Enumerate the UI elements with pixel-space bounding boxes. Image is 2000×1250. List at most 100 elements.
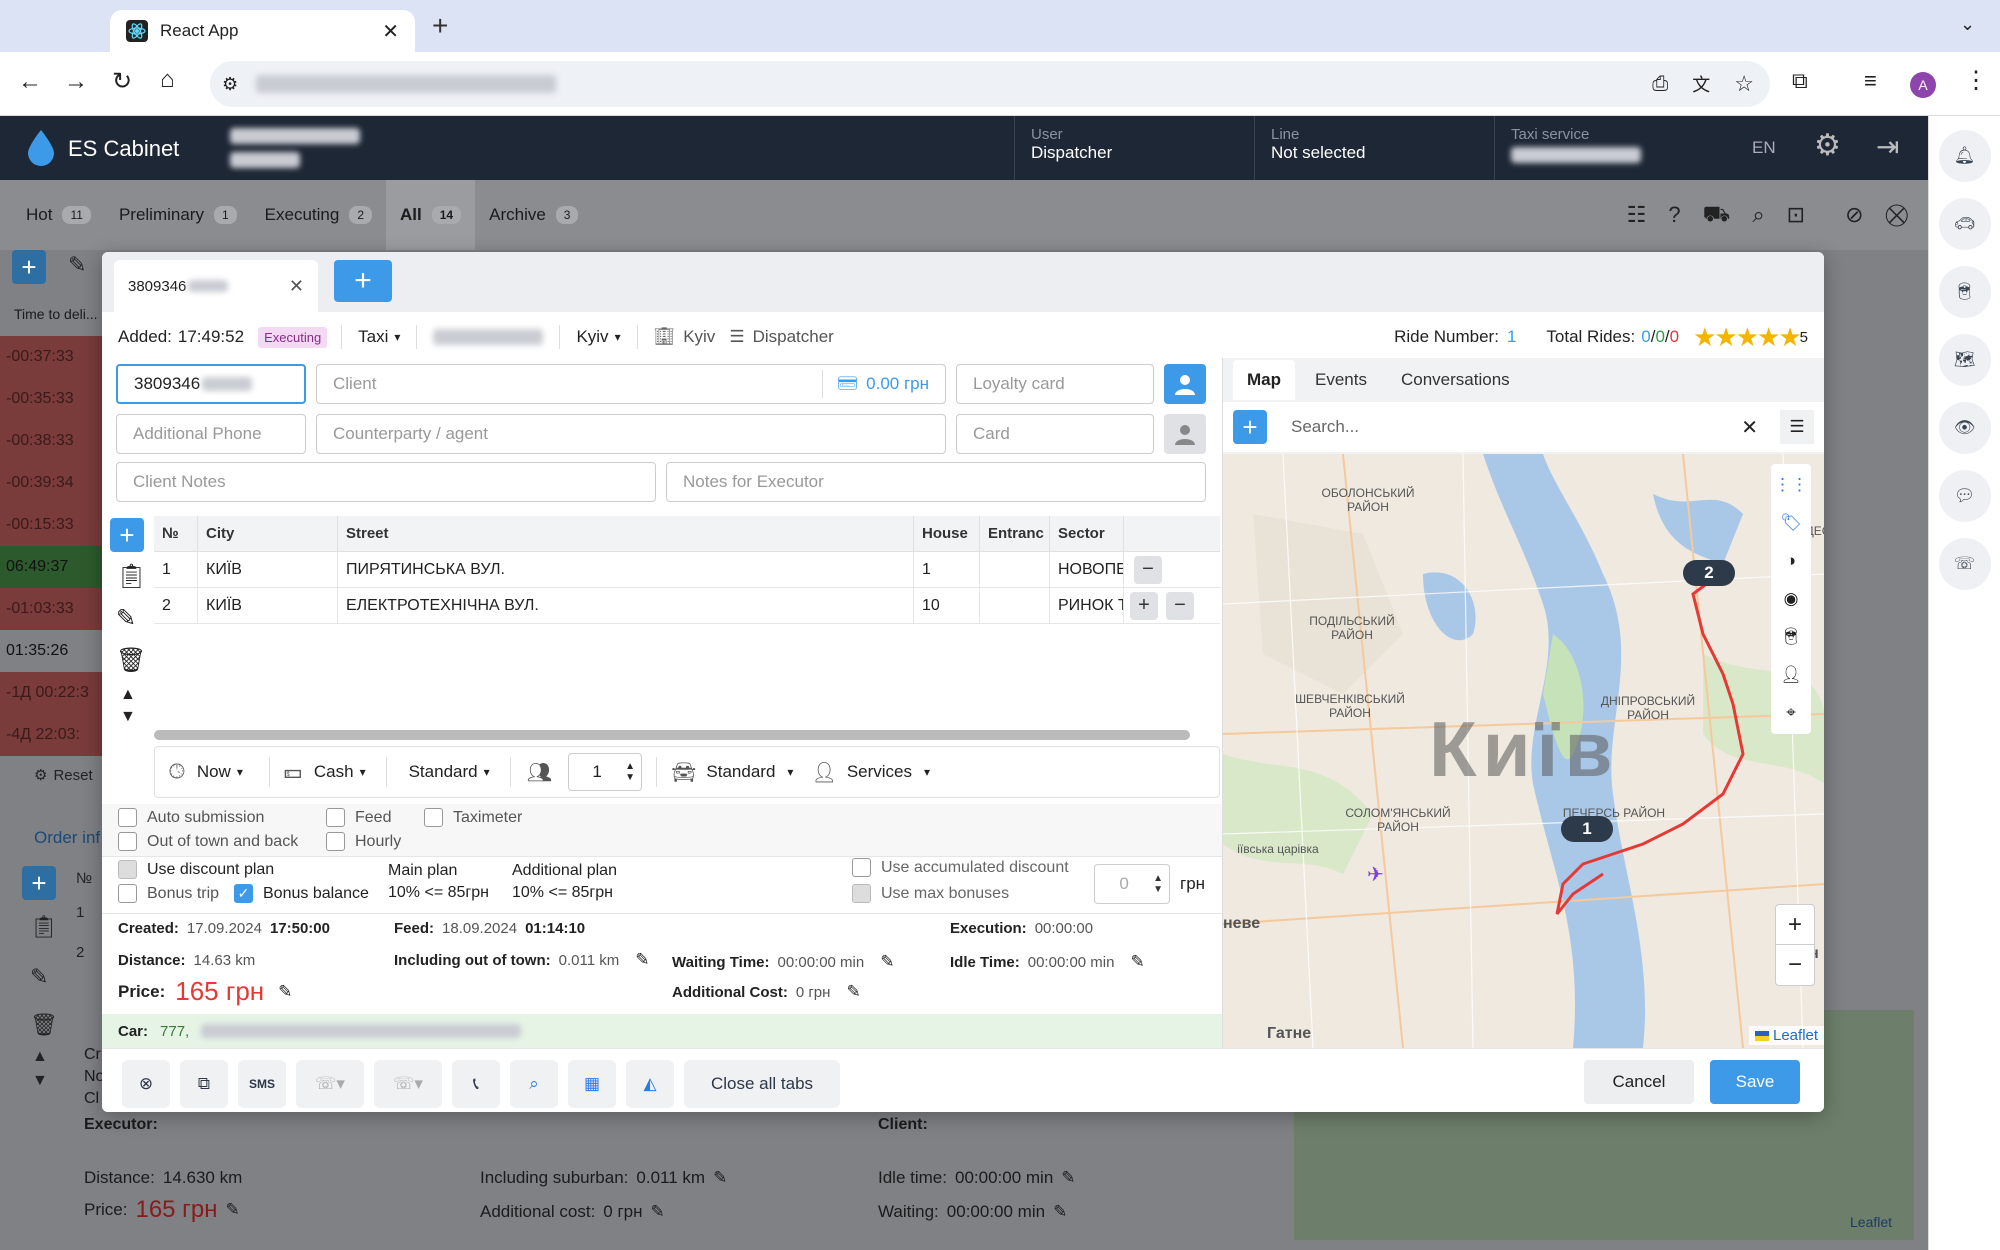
edit-icon[interactable]: ✎ — [880, 952, 894, 972]
executor-notes-input[interactable]: Notes for Executor — [666, 462, 1206, 502]
bg-down-icon[interactable]: ▼ — [32, 1072, 48, 1090]
route-cell-entrance[interactable] — [980, 587, 1050, 624]
zoom-out-icon[interactable]: − — [1776, 945, 1814, 985]
leaflet-attribution[interactable]: Leaflet — [1749, 1026, 1824, 1045]
auto-submission-checkbox[interactable]: Auto submission — [118, 808, 264, 827]
map-search-input[interactable]: Search... — [1291, 417, 1359, 437]
call-driver-icon[interactable]: ☏▾ — [374, 1060, 442, 1108]
locate-icon[interactable]: ⌖ — [1772, 694, 1810, 732]
route-icon[interactable]: ⋮⋮ — [1772, 466, 1810, 504]
bg-edit-icon-4[interactable]: ✎ — [651, 1202, 665, 1222]
client-profile-button[interactable] — [1164, 364, 1206, 404]
map-canvas[interactable]: Київ ОБОЛОНСЬКИЙ РАЙОН ПОДІЛЬСЬКИЙ РАЙОН Ш… — [1223, 454, 1824, 1048]
eye-icon[interactable]: 👁︎ — [1938, 402, 1991, 454]
route-row[interactable]: 1КИЇВПИРЯТИНСЬКА ВУЛ.1НОВОПЕЧ− — [154, 551, 1220, 588]
route-cell-entrance[interactable] — [980, 551, 1050, 588]
use-max-bonuses-checkbox[interactable]: Use max bonuses — [852, 884, 1009, 903]
cancel-order-icon[interactable]: ⊗ — [122, 1060, 170, 1108]
route-marker-1[interactable]: 1 — [1561, 816, 1613, 842]
loyalty-card-input[interactable]: Loyalty card — [956, 364, 1154, 404]
logout-icon[interactable]: ⇥ — [1876, 130, 1899, 163]
taxi-service-field[interactable]: Taxi service — [1494, 116, 1734, 180]
filter-icon[interactable]: ☰ — [1780, 410, 1814, 444]
edit-icon[interactable]: ✎ — [635, 950, 649, 970]
pin-icon[interactable]: ◉ — [1772, 580, 1810, 618]
add-marker-button[interactable]: + — [1233, 410, 1267, 444]
home-icon[interactable]: ⌂ — [160, 66, 175, 94]
route-cell-house[interactable]: 10 — [914, 587, 980, 624]
client-input[interactable]: Client 💳︎ 0.00 грн — [316, 364, 946, 404]
phone-call-icon[interactable]: 📞︎ — [452, 1060, 500, 1108]
translate-icon[interactable]: 文 — [1692, 71, 1710, 97]
driver-icon[interactable]: 👮︎ — [1938, 266, 1991, 318]
trash-icon[interactable]: 🗑︎ — [116, 646, 146, 675]
order-tab-preliminary[interactable]: Preliminary 1 — [105, 180, 251, 250]
media-icon[interactable]: ≡ — [1864, 68, 1877, 94]
edit-icon[interactable]: ✎ — [278, 982, 292, 1002]
extensions-icon[interactable]: ⧉ — [1792, 68, 1808, 94]
route-cell-city[interactable]: КИЇВ — [198, 551, 338, 588]
new-order-tab-button[interactable]: + — [334, 260, 392, 302]
route-cell-street[interactable]: ЕЛЕКТРОТЕХНІЧНА ВУЛ. — [338, 587, 914, 624]
tariff-select[interactable]: Standard ▾ — [409, 762, 490, 782]
feed-checkbox[interactable]: Feed — [326, 808, 391, 827]
map-tab-map[interactable]: Map — [1233, 360, 1295, 400]
chat-icon[interactable]: 💬︎ — [1938, 470, 1991, 522]
person-icon[interactable]: 👤︎ — [1772, 656, 1810, 694]
map-tab-events[interactable]: Events — [1301, 360, 1381, 400]
add-stop-button[interactable]: + — [1130, 591, 1158, 620]
order-tab-hot[interactable]: Hot 11 — [12, 180, 105, 250]
reset-button[interactable]: ⚙ Reset — [34, 766, 93, 785]
company-select[interactable] — [433, 329, 544, 345]
browser-tab[interactable]: React App ✕ — [110, 10, 415, 52]
passengers-stepper[interactable]: 1 ▲ ▼ — [568, 753, 643, 791]
service-select[interactable]: Taxi ▾ — [358, 327, 400, 347]
bg-edit-icon-2[interactable]: ✎ — [1061, 1168, 1075, 1188]
edit-icon[interactable]: ✎ — [1130, 952, 1144, 972]
remove-stop-button[interactable]: − — [1134, 555, 1162, 584]
use-discount-checkbox[interactable]: Use discount plan — [118, 860, 274, 879]
move-up-icon[interactable]: ▲ — [120, 686, 136, 704]
counterparty-profile-button[interactable] — [1164, 414, 1206, 454]
profile-avatar[interactable]: A — [1910, 72, 1936, 98]
order-tab[interactable]: 3809346 ✕ — [114, 260, 318, 312]
city-select[interactable]: Kyiv ▾ — [576, 327, 620, 347]
sector-icon[interactable]: ◑ — [1772, 542, 1810, 580]
call-client-icon[interactable]: ☏▾ — [296, 1060, 364, 1108]
discount-stepper[interactable]: 0 ▲ ▼ — [1094, 864, 1170, 904]
route-cell-city[interactable]: КИЇВ — [198, 587, 338, 624]
filter-clear-icon[interactable]: ⊘ — [1845, 202, 1863, 228]
route-cell-sector[interactable]: НОВОПЕЧ — [1050, 551, 1124, 588]
order-tab-archive[interactable]: Archive 3 — [475, 180, 592, 250]
bg-pencil-icon[interactable]: ✎ — [30, 964, 48, 990]
save-button[interactable]: Save — [1710, 1060, 1800, 1104]
out-of-town-checkbox[interactable]: Out of town and back — [118, 832, 298, 851]
filter-icon-2[interactable]: ? — [1668, 202, 1680, 228]
stepper-down-icon[interactable]: ▼ — [1153, 884, 1163, 895]
assign-icon[interactable]: ▦ — [568, 1060, 616, 1108]
edit-icon[interactable]: ✎ — [846, 982, 860, 1002]
forward-icon[interactable]: → — [64, 68, 88, 96]
bg-up-icon[interactable]: ▲ — [32, 1048, 48, 1066]
route-cell-sector[interactable]: РИНОК ТІ — [1050, 587, 1124, 624]
map-tab-conversations[interactable]: Conversations — [1387, 360, 1524, 400]
language-button[interactable]: EN — [1752, 138, 1776, 158]
bg-edit-icon-5[interactable]: ✎ — [1053, 1202, 1067, 1222]
when-select[interactable]: Now ▾ — [197, 762, 243, 782]
map-icon[interactable]: 🗺︎ — [1938, 334, 1991, 386]
bg-edit-icon-3[interactable]: ✎ — [226, 1200, 240, 1220]
payment-select[interactable]: Cash ▾ — [314, 762, 366, 782]
line-field[interactable]: Line Not selected — [1254, 116, 1494, 180]
pencil-icon[interactable]: ✎ — [116, 604, 136, 633]
client-notes-input[interactable]: Client Notes — [116, 462, 656, 502]
edit-icon[interactable]: ✎ — [68, 252, 86, 278]
reload-icon[interactable]: ↻ — [112, 67, 132, 96]
route-cell-street[interactable]: ПИРЯТИНСЬКА ВУЛ. — [338, 551, 914, 588]
route-cell-no[interactable]: 2 — [154, 587, 198, 624]
car-class-select[interactable]: Standard ▾ — [706, 762, 793, 782]
phone-input[interactable]: 3809346 — [116, 364, 306, 404]
star-icon[interactable]: ☆ — [1734, 71, 1754, 97]
close-icon[interactable]: ✕ — [1741, 415, 1758, 440]
clipboard-icon[interactable]: 📋︎ — [116, 562, 146, 591]
stepper-up-icon[interactable]: ▲ — [1153, 873, 1163, 884]
